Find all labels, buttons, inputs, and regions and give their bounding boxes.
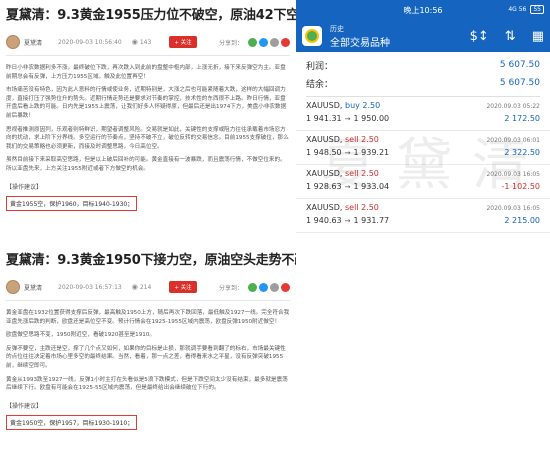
divider (6, 300, 290, 301)
avatar[interactable] (6, 35, 20, 49)
open-price: 1 940.63 (306, 216, 342, 225)
arrow-right-icon: → (344, 148, 351, 157)
share-bar: 分享到： (218, 282, 290, 292)
open-price: 1 928.63 (306, 182, 342, 191)
summary-row-profit: 利润： 5 607.50 (306, 56, 540, 74)
status-indicators: 4G 56 55 (508, 5, 544, 14)
eye-icon: ◉ (131, 38, 138, 46)
app-bar-titles: 历史 全部交易品种 (330, 24, 390, 49)
weibo-icon[interactable] (281, 282, 290, 292)
avatar[interactable] (6, 280, 20, 294)
share-bar: 分享到： (218, 37, 290, 47)
share-label: 分享到： (218, 284, 243, 292)
open-price: 1 948.50 (306, 148, 342, 157)
suggestion-heading: 【操作建议】 (6, 183, 43, 191)
close-price: 1 939.21 (353, 148, 390, 157)
open-price: 1 941.31 (306, 114, 342, 123)
author-name[interactable]: 夏黛清 (24, 283, 42, 292)
weibo-icon[interactable] (281, 37, 290, 47)
account-summary: 利润： 5 607.50 结余： 5 607.50 (296, 52, 550, 97)
summary-value: 5 607.50 (499, 78, 540, 88)
paragraph: 黄金亚盘在1932位置获得支撑后反弹，最高触及1950上方，随后再次下跌回落，最… (6, 310, 290, 325)
summary-label: 利润： (306, 61, 334, 72)
trade-date: 2020.09.03 05:22 (486, 103, 540, 110)
wechat-icon[interactable] (248, 282, 257, 292)
calendar-icon[interactable]: ▦ (532, 29, 544, 44)
app-logo-icon[interactable] (302, 26, 322, 46)
author-name[interactable]: 夏黛清 (24, 38, 42, 47)
trade-row[interactable]: XAUUSD, sell 2.50 2020.09.03 06:01 1 948… (296, 131, 550, 165)
article-1: 夏黛清：9.3黄金1955压力位不破空，原油42下空！ 夏黛清 2020-09-… (6, 8, 296, 211)
trade-action: sell 2.50 (345, 203, 379, 212)
trade-symbol: XAUUSD, (306, 203, 343, 212)
screen-subtitle: 历史 (330, 24, 344, 33)
article-meta: 夏黛清 2020-09-03 16:57:13 ◉ 214 + 关注 分享到： (6, 279, 290, 295)
qzone-icon[interactable] (270, 37, 279, 47)
trade-action: buy 2.50 (345, 101, 381, 110)
trade-profit: 2 322.50 (504, 148, 540, 157)
publish-date: 2020-09-03 16:57:13 (58, 283, 122, 291)
article-title: 夏黛清：9.3黄金1955压力位不破空，原油42下空！ (6, 8, 296, 23)
articles-panel: 夏黛清：9.3黄金1955压力位不破空，原油42下空！ 夏黛清 2020-09-… (0, 0, 296, 469)
trade-profit: -1 102.50 (501, 182, 540, 191)
paragraph: 黄金从1993跌至1927一线，反弹1小时主打在头看似是5浪下跌模式，但是下跌空… (6, 376, 288, 392)
close-price: 1 931.77 (353, 216, 390, 225)
sort-arrows-icon[interactable]: ⇅ (505, 29, 516, 44)
paragraph: 反弹不要空，主跌还是空，撑了几个点又如何，如果你的目标是止损，那就调手要看到翻了… (6, 345, 286, 369)
wechat-icon[interactable] (248, 37, 257, 47)
trade-date: 2020.09.03 16:05 (486, 171, 540, 178)
paragraph: 昨日小非农数据利多不涨，最终破位下跌，再次跌入到此前的盘整中枢内部，上涨无折，接… (6, 65, 286, 80)
eye-icon: ◉ (131, 283, 138, 291)
publish-date: 2020-09-03 10:56:40 (58, 38, 122, 46)
follow-button[interactable]: + 关注 (169, 36, 197, 48)
share-label: 分享到： (218, 39, 243, 47)
arrow-right-icon: → (344, 216, 351, 225)
close-price: 1 933.04 (353, 182, 390, 191)
article-title: 夏黛清：9.3黄金1950下接力空，原油空头走势不改！ (6, 253, 296, 268)
paragraph: 市场痛苦没有特色，因为此人意料的行情或使业务，近期特别是，大涨之后也可能紧随着大… (6, 87, 287, 119)
trade-action: sell 2.50 (345, 135, 379, 144)
trade-date: 2020.09.03 06:01 (486, 137, 540, 144)
trade-symbol: XAUUSD, (306, 169, 343, 178)
signal-icon: 4G 56 (508, 6, 527, 13)
summary-label: 结余： (306, 79, 334, 90)
trading-app-screenshot: 晚上10:56 4G 56 55 历史 全部交易品种 $↕ ⇅ ▦ 利润： 5 … (296, 0, 550, 469)
paragraph: 欧盘做空思路不变，1950附近空，看破1920甚至是1910。 (6, 332, 155, 339)
view-count: 143 (139, 38, 152, 46)
trade-profit: 2 215.00 (504, 216, 540, 225)
battery-icon: 55 (530, 5, 544, 14)
trade-date: 2020.09.03 16:05 (486, 205, 540, 212)
suggestion-heading: 【操作建议】 (6, 402, 43, 410)
summary-row-balance: 结余： 5 607.50 (306, 74, 540, 92)
qq-icon[interactable] (259, 37, 268, 47)
follow-button[interactable]: + 关注 (169, 281, 197, 293)
close-price: 1 950.00 (353, 114, 390, 123)
suggestion-box: 黄金1955空，保护1960，目标1940-1930； (6, 195, 138, 211)
trade-row[interactable]: XAUUSD, sell 2.50 2020.09.03 16:05 1 940… (296, 199, 550, 233)
trade-row[interactable]: XAUUSD, sell 2.50 2020.09.03 16:05 1 928… (296, 165, 550, 199)
trade-symbol: XAUUSD, (306, 135, 343, 144)
app-bar-actions: $↕ ⇅ ▦ (470, 29, 544, 44)
suggestion-box: 黄金1950空，保护1957，目标1930-1910； (6, 414, 138, 430)
qzone-icon[interactable] (270, 282, 279, 292)
article-2: 夏黛清：9.3黄金1950下接力空，原油空头走势不改！ 夏黛清 2020-09-… (6, 253, 296, 430)
trade-action: sell 2.50 (345, 169, 379, 178)
app-bar: 历史 全部交易品种 $↕ ⇅ ▦ (296, 20, 550, 52)
paragraph: 思视者推测原因列，乐观者则特鲜识，期望者调整风险。交易就是如此，关键性的支撑或阻… (6, 126, 289, 150)
status-bar: 晚上10:56 4G 56 55 (296, 0, 550, 20)
arrow-right-icon: → (344, 182, 351, 191)
qq-icon[interactable] (259, 282, 268, 292)
screen-title: 全部交易品种 (330, 37, 390, 49)
arrow-right-icon: → (344, 114, 351, 123)
divider (6, 55, 290, 56)
article-meta: 夏黛清 2020-09-03 10:56:40 ◉ 143 + 关注 分享到： (6, 34, 290, 50)
trade-symbol: XAUUSD, (306, 101, 343, 110)
view-count: 214 (139, 283, 152, 291)
trade-profit: 2 172.50 (504, 114, 540, 123)
summary-value: 5 607.50 (499, 60, 540, 70)
trade-row[interactable]: XAUUSD, buy 2.50 2020.09.03 05:22 1 941.… (296, 97, 550, 131)
paragraph: 虽然目前接下来采取高空思路，但是以上破后回补的可能。黄金直接有一波暴跌，而且震荡… (6, 157, 286, 172)
status-time: 晚上10:56 (403, 5, 443, 15)
dollar-sort-icon[interactable]: $↕ (470, 29, 489, 44)
